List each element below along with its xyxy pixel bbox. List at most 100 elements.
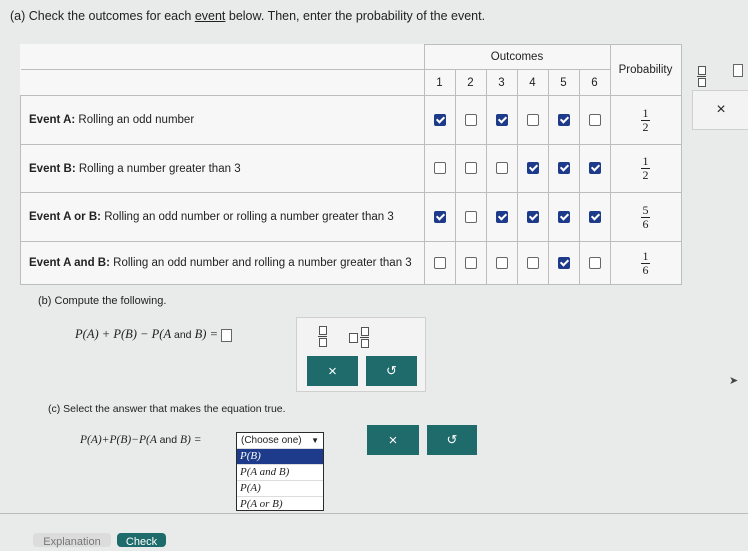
outcome-checkbox[interactable] xyxy=(464,210,477,223)
outcome-checkbox[interactable] xyxy=(433,210,446,223)
answer-input-b[interactable] xyxy=(221,328,233,342)
outcome-checkbox[interactable] xyxy=(495,256,508,269)
outcome-cell xyxy=(578,144,611,193)
explanation-button[interactable]: Explanation xyxy=(33,533,111,548)
event-label: Event A or B: Rolling an odd number or r… xyxy=(20,192,425,242)
dropdown-option[interactable]: P(A or B) xyxy=(237,496,323,512)
outcome-cell xyxy=(423,241,456,285)
clear-button-c[interactable]: × xyxy=(367,425,419,455)
outcome-cell xyxy=(547,241,580,285)
part-c-label: (c) Select the answer that makes the equ… xyxy=(48,403,286,415)
undo-icon: ↺ xyxy=(446,432,458,447)
part-b-label: (b) Compute the following. xyxy=(38,295,167,307)
table-row: Event A: Rolling an odd number 1 2 xyxy=(20,95,682,145)
footer-divider xyxy=(0,513,748,514)
outcome-checkbox[interactable] xyxy=(557,113,570,126)
outcome-cell xyxy=(454,192,487,242)
probability-cell[interactable]: 56 xyxy=(609,192,682,242)
partial-tool-icon[interactable] xyxy=(733,64,743,77)
numerator: 1 xyxy=(642,248,649,263)
outcome-cell xyxy=(423,144,456,193)
outcome-checkbox[interactable] xyxy=(495,210,508,223)
outcome-cell xyxy=(516,192,549,242)
outcome-number: 6 xyxy=(578,69,611,96)
probability-fraction: 12 xyxy=(641,155,650,182)
outcome-checkbox[interactable] xyxy=(526,256,539,269)
mixed-number-icon[interactable] xyxy=(349,327,369,348)
outcome-cell xyxy=(454,241,487,285)
part-a-instructions: (a) Check the outcomes for each event be… xyxy=(10,9,485,23)
probability-cell[interactable]: 12 xyxy=(609,95,682,145)
outcome-number: 2 xyxy=(454,69,487,96)
outcome-number: 3 xyxy=(485,69,518,96)
denominator: 2 xyxy=(642,168,649,182)
event-link[interactable]: event xyxy=(195,9,226,23)
outcome-checkbox[interactable] xyxy=(588,256,601,269)
undo-button-b[interactable]: ↺ xyxy=(366,356,417,386)
answer-dropdown[interactable]: (Choose one) ▼ P(B) P(A and B) P(A) P(A or … xyxy=(236,432,324,511)
outcome-checkbox[interactable] xyxy=(526,162,539,175)
dropdown-option[interactable]: P(A and B) xyxy=(237,464,323,480)
check-button[interactable]: Check xyxy=(117,533,166,548)
table-spacer xyxy=(20,69,425,96)
undo-button-c[interactable]: ↺ xyxy=(427,425,477,455)
numerator: 1 xyxy=(642,154,649,168)
outcomes-table: Outcomes Probability 123456 Event A: Rol… xyxy=(20,44,682,285)
outcome-cell xyxy=(485,95,518,145)
outcome-checkbox[interactable] xyxy=(495,113,508,126)
outcome-checkbox[interactable] xyxy=(557,210,570,223)
outcome-checkbox[interactable] xyxy=(588,210,601,223)
outcome-checkbox[interactable] xyxy=(495,162,508,175)
outcome-number: 5 xyxy=(547,69,580,96)
table-corner xyxy=(20,44,425,70)
event-name: Event A: xyxy=(29,114,76,126)
outcome-checkbox[interactable] xyxy=(588,162,601,175)
event-description: Rolling an odd number xyxy=(75,114,195,126)
outcome-cell xyxy=(516,241,549,285)
part-a-suffix: below. Then, enter the probability of th… xyxy=(225,9,486,23)
probability-cell[interactable]: 12 xyxy=(609,144,682,193)
clear-button-b[interactable]: × xyxy=(307,356,358,386)
event-name: Event A or B: xyxy=(29,211,101,223)
fraction-icon[interactable] xyxy=(318,326,327,347)
fraction-tool-a[interactable] xyxy=(697,62,706,87)
outcome-cell xyxy=(516,95,549,145)
denominator: 6 xyxy=(642,216,649,231)
dropdown-option[interactable]: P(A) xyxy=(237,480,323,496)
outcome-checkbox[interactable] xyxy=(588,113,601,126)
outcome-checkbox[interactable] xyxy=(464,162,477,175)
part-b-expression: P(A) + P(B) − P(A and B) = xyxy=(75,327,233,342)
outcome-checkbox[interactable] xyxy=(433,162,446,175)
outcome-cell xyxy=(516,144,549,193)
outcome-cell xyxy=(454,144,487,193)
outcome-cell xyxy=(454,95,487,145)
outcome-cell xyxy=(423,95,456,145)
outcome-checkbox[interactable] xyxy=(526,113,539,126)
table-row: Event A or B: Rolling an odd number or r… xyxy=(20,192,682,242)
table-row: Event B: Rolling a number greater than 3… xyxy=(20,144,682,193)
dropdown-selected[interactable]: (Choose one) ▼ xyxy=(237,433,323,448)
probability-fraction: 56 xyxy=(641,202,650,231)
outcome-checkbox[interactable] xyxy=(464,256,477,269)
outcome-checkbox[interactable] xyxy=(557,162,570,175)
outcome-cell xyxy=(578,95,611,145)
numerator: 5 xyxy=(642,202,649,217)
outcome-cell xyxy=(485,241,518,285)
outcome-checkbox[interactable] xyxy=(433,256,446,269)
fraction-icon xyxy=(697,66,706,87)
denominator: 2 xyxy=(642,119,649,134)
chevron-down-icon: ▼ xyxy=(311,436,319,445)
outcome-cell xyxy=(485,144,518,193)
dropdown-option[interactable]: P(B) xyxy=(237,448,323,464)
outcome-cell xyxy=(547,95,580,145)
outcome-cell xyxy=(485,192,518,242)
undo-icon: ↺ xyxy=(386,363,397,378)
outcome-checkbox[interactable] xyxy=(557,256,570,269)
probability-cell[interactable]: 16 xyxy=(609,241,682,285)
outcome-checkbox[interactable] xyxy=(433,113,446,126)
table-row: Event A and B: Rolling an odd number and… xyxy=(20,241,682,285)
outcome-cell xyxy=(547,192,580,242)
outcome-checkbox[interactable] xyxy=(526,210,539,223)
outcome-checkbox[interactable] xyxy=(464,113,477,126)
clear-button-a[interactable]: × xyxy=(692,90,748,130)
